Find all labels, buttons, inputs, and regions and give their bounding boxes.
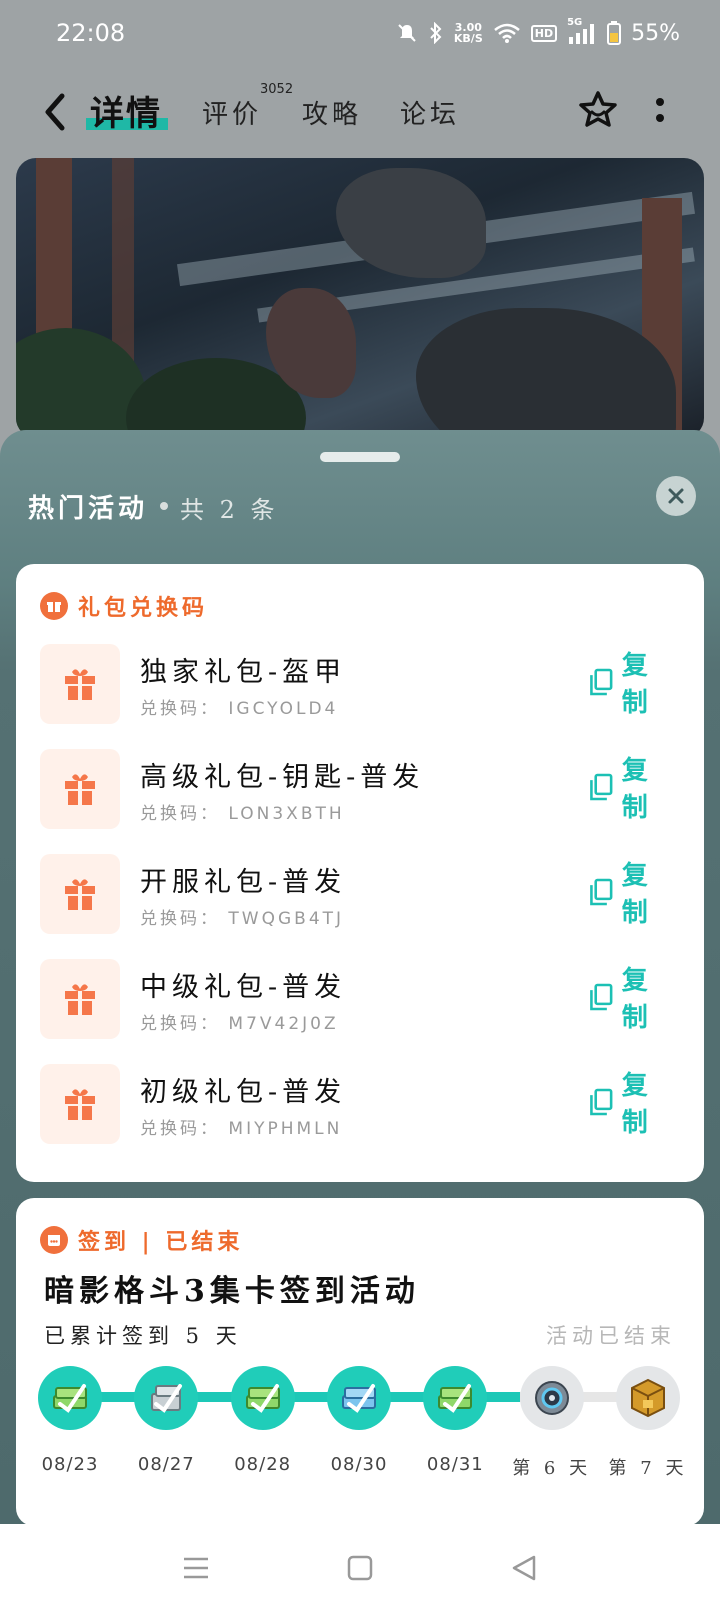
tab-guide[interactable]: 攻略 — [302, 94, 362, 131]
mute-bell-icon — [398, 24, 416, 42]
gift-section-header: 礼包兑换码 — [40, 590, 208, 622]
tab-review[interactable]: 评价 — [202, 94, 262, 131]
sign-day-marker — [423, 1366, 488, 1430]
copy-button[interactable]: 复制 — [588, 651, 680, 718]
copy-icon — [590, 878, 613, 906]
sign-section-label: 签到 | 已结束 — [78, 1229, 244, 1255]
copy-button[interactable]: 复制 — [588, 756, 680, 823]
gift-code: 兑换码： TWQGB4TJ — [140, 909, 345, 929]
sheet-title: 热门活动 — [28, 494, 149, 524]
status-icons: 3.00 KB/S HD 5G 55% — [396, 17, 680, 46]
silver-stack-icon — [151, 1384, 183, 1413]
sign-day-label: 08/28 — [234, 1454, 292, 1475]
recent-apps-icon[interactable] — [180, 1552, 212, 1584]
tab-detail[interactable]: 详情 — [90, 86, 162, 135]
gift-row: 中级礼包-普发 兑换码： M7V42J0Z 复制 — [40, 959, 680, 1039]
sign-day-marker — [327, 1366, 391, 1430]
sign-progress-text: 已累计签到 5 天 — [44, 1324, 242, 1348]
copy-icon — [590, 983, 613, 1011]
home-icon[interactable] — [344, 1552, 376, 1584]
copy-icon — [590, 1088, 613, 1116]
wifi-icon — [493, 23, 520, 43]
game-banner-image[interactable] — [16, 158, 704, 438]
gift-name: 高级礼包-钥匙-普发 — [140, 762, 425, 793]
review-count-badge: 3052 — [260, 82, 294, 97]
separator-dot — [160, 502, 168, 510]
sign-day-marker — [616, 1366, 680, 1430]
cash-stack-icon — [245, 1384, 280, 1413]
battery-percent: 55% — [631, 20, 680, 46]
golden-cube-icon — [631, 1378, 665, 1418]
gift-row: 独家礼包-盔甲 兑换码： IGCYOLD4 复制 — [40, 644, 680, 724]
banner-creature — [336, 168, 486, 278]
sign-section-header: 签到 | 已结束 — [40, 1224, 243, 1256]
sheet-count: 共 2 条 — [180, 496, 279, 524]
gift-badge-icon — [40, 592, 68, 620]
sign-activity-title: 暗影格斗3集卡签到活动 — [44, 1274, 420, 1309]
gift-box-icon — [40, 959, 120, 1039]
sign-day-marker — [519, 1366, 584, 1430]
gift-box-icon — [40, 644, 120, 724]
network-speed: 3.00 KB/S — [453, 21, 483, 45]
gift-row: 高级礼包-钥匙-普发 兑换码： LON3XBTH 复制 — [40, 749, 680, 829]
gift-row: 开服礼包-普发 兑换码： TWQGB4TJ 复制 — [40, 854, 680, 934]
sign-in-card: 签到 | 已结束 暗影格斗3集卡签到活动 已累计签到 5 天 活动已结束 08/… — [16, 1198, 704, 1526]
gift-section-label: 礼包兑换码 — [78, 595, 209, 621]
sign-day-label: 第 6 天 — [512, 1458, 592, 1479]
sign-day-marker — [38, 1366, 102, 1430]
close-button[interactable] — [656, 476, 696, 516]
gift-code: 兑换码： M7V42J0Z — [140, 1014, 339, 1034]
gift-name: 开服礼包-普发 — [140, 867, 347, 898]
gift-row: 初级礼包-普发 兑换码： MIYPHMLN 复制 — [40, 1064, 680, 1144]
gift-name: 中级礼包-普发 — [140, 972, 347, 1003]
gift-code: 兑换码： LON3XBTH — [140, 804, 345, 824]
gift-name: 初级礼包-普发 — [140, 1077, 347, 1108]
sign-day-label: 08/30 — [330, 1454, 388, 1475]
copy-button[interactable]: 复制 — [588, 1071, 680, 1138]
sign-day-label: 第 7 天 — [608, 1458, 688, 1479]
favorite-star-icon[interactable] — [576, 88, 620, 132]
hd-badge: HD — [530, 24, 558, 42]
gift-code: 兑换码： MIYPHMLN — [140, 1119, 343, 1139]
copy-icon — [590, 668, 613, 696]
cash-stack-icon — [53, 1384, 87, 1413]
gift-code: 兑换码： IGCYOLD4 — [140, 699, 339, 719]
top-nav: 详情 评价 3052 攻略 论坛 — [0, 74, 720, 150]
sign-day-label: 08/27 — [137, 1454, 195, 1475]
signal-icon: 5G — [567, 17, 597, 45]
back-nav-icon[interactable] — [508, 1552, 540, 1584]
sign-day-label: 08/23 — [41, 1454, 99, 1475]
gift-box-icon — [40, 1064, 120, 1144]
copy-icon — [590, 773, 613, 801]
blue-stack-icon — [342, 1384, 376, 1413]
status-bar: 22:08 3.00 KB/S HD 5G 55% — [0, 0, 720, 66]
banner-rock — [416, 308, 676, 438]
back-arrow-icon[interactable] — [38, 90, 74, 134]
copy-button[interactable]: 复制 — [588, 861, 680, 928]
gift-code-card: 礼包兑换码 独家礼包-盔甲 兑换码： IGCYOLD4 复制 高级礼包-钥匙-普… — [16, 564, 704, 1182]
battery-icon — [607, 21, 622, 45]
gift-box-icon — [40, 854, 120, 934]
sign-day-marker — [134, 1366, 199, 1430]
system-nav-bar — [0, 1524, 720, 1612]
sign-day-label: 08/31 — [426, 1454, 484, 1475]
close-icon — [668, 488, 684, 504]
disc-icon — [534, 1381, 569, 1415]
status-time: 22:08 — [56, 19, 126, 47]
bluetooth-icon — [430, 22, 442, 44]
sign-status-text: 活动已结束 — [546, 1324, 676, 1348]
sign-day-marker — [230, 1366, 295, 1430]
gift-name: 独家礼包-盔甲 — [140, 657, 347, 688]
copy-button[interactable]: 复制 — [588, 966, 680, 1033]
tab-forum[interactable]: 论坛 — [400, 94, 460, 131]
cash-stack-icon — [438, 1384, 473, 1413]
more-options-icon[interactable] — [650, 94, 670, 130]
sheet-drag-handle[interactable] — [320, 452, 400, 462]
gift-box-icon — [40, 749, 120, 829]
calendar-badge-icon — [40, 1226, 68, 1254]
